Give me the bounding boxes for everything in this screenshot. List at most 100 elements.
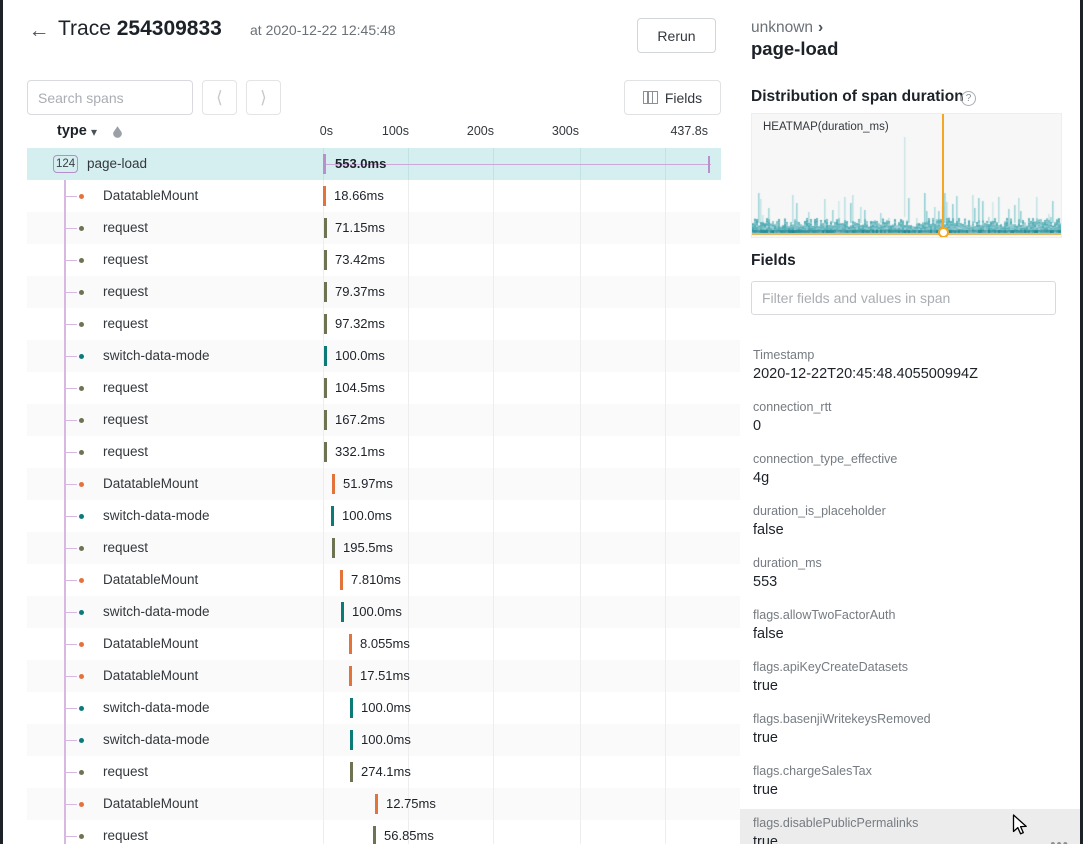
timeline-gridline [493,532,494,564]
field-item[interactable]: connection_type_effective4g [740,445,1083,497]
field-value: false [753,624,1072,645]
table-row[interactable]: DatatableMount18.66ms [27,180,740,212]
span-type-dot [79,770,84,775]
span-duration-bar [324,442,327,462]
distribution-heading: Distribution of span duration [751,88,964,106]
span-duration-bar [375,794,378,814]
field-item[interactable]: flags.basenjiWritekeysRemovedtrue [740,705,1083,757]
field-item[interactable]: duration_ms553 [740,549,1083,601]
span-type-dot [79,290,84,295]
table-row[interactable]: request104.5ms [27,372,740,404]
field-item[interactable]: connection_rtt0 [740,393,1083,445]
table-row[interactable]: request56.85ms [27,820,740,844]
field-key: Timestamp [753,347,1072,364]
table-row[interactable]: switch-data-mode100.0ms [27,692,740,724]
table-row[interactable]: request332.1ms [27,436,740,468]
timeline-gridline [665,788,666,820]
timeline-gridline [408,340,409,372]
timeline-gridline [323,500,324,532]
span-duration-label: 71.15ms [335,220,385,235]
fields-button[interactable]: Fields [624,80,721,115]
span-duration-label: 332.1ms [335,444,385,459]
timeline-gridline [493,340,494,372]
tree-connector [65,452,77,453]
tree-trunk [64,308,66,340]
table-row[interactable]: request79.37ms [27,276,740,308]
span-name-label: switch-data-mode [103,732,210,747]
table-row[interactable]: DatatableMount17.51ms [27,660,740,692]
field-item[interactable]: flags.apiKeyCreateDatasetstrue [740,653,1083,705]
field-value: 0 [753,416,1072,437]
timeline-gridline [493,724,494,756]
span-name-label: DatatableMount [103,476,198,491]
tree-trunk [64,660,66,692]
search-spans-input[interactable] [27,80,193,115]
span-duration-bar [332,474,335,494]
page-title: Trace 254309833 [58,17,222,41]
rerun-button[interactable]: Rerun [637,18,716,53]
span-duration-label: 17.51ms [360,668,410,683]
table-row[interactable]: switch-data-mode100.0ms [27,500,740,532]
field-item[interactable]: duration_is_placeholderfalse [740,497,1083,549]
breadcrumb-parent[interactable]: unknown [751,19,813,36]
heatmap-marker-line [942,114,944,237]
table-row[interactable]: switch-data-mode100.0ms [27,340,740,372]
timeline-gridline [580,596,581,628]
span-duration-label: 100.0ms [361,732,411,747]
span-duration-bar [324,218,327,238]
span-name-label: request [103,764,148,779]
field-item[interactable]: Timestamp2020-12-22T20:45:48.405500994Z [740,341,1083,393]
column-header-row: type ▾ 0s100s200s300s437.8s [3,120,740,146]
table-row[interactable]: request195.5ms [27,532,740,564]
span-type-dot [79,642,84,647]
next-span-button[interactable]: ⟩ [246,80,281,115]
span-type-dot [79,738,84,743]
prev-span-button[interactable]: ⟨ [202,80,237,115]
breadcrumb: unknown› [751,19,823,37]
timeline-gridline [408,468,409,500]
timeline-gridline [580,340,581,372]
timeline-gridline [493,404,494,436]
span-count-badge: 124 [53,155,78,173]
table-row[interactable]: DatatableMount7.810ms [27,564,740,596]
timeline-gridline [665,276,666,308]
field-filter-input[interactable] [751,281,1056,315]
table-row[interactable]: DatatableMount8.055ms [27,628,740,660]
table-row[interactable]: 124page-load553.0ms [27,148,721,180]
timeline-gridline [408,372,409,404]
back-arrow-icon[interactable]: ← [28,20,50,42]
heatmap-marker-knob[interactable] [938,227,949,238]
question-mark-icon[interactable]: ? [961,91,976,106]
tree-trunk [64,628,66,660]
timeline-gridline [323,820,324,844]
table-row[interactable]: switch-data-mode 100.0ms [27,724,740,756]
table-row[interactable]: request71.15ms [27,212,740,244]
table-row[interactable]: request167.2ms [27,404,740,436]
table-row[interactable]: request73.42ms [27,244,740,276]
table-row[interactable]: DatatableMount12.75ms [27,788,740,820]
span-type-dot [79,674,84,679]
tree-connector [65,580,77,581]
tree-trunk [64,820,66,844]
span-duration-bar [331,506,334,526]
span-name-label: request [103,284,148,299]
table-row[interactable]: request274.1ms [27,756,740,788]
more-options-icon[interactable]: ••• [1050,836,1069,844]
field-item[interactable]: flags.allowTwoFactorAuthfalse [740,601,1083,653]
span-duration-bar [349,634,352,654]
fields-heading: Fields [751,252,796,270]
span-duration-heatmap[interactable]: HEATMAP(duration_ms) [751,113,1062,238]
span-duration-bar [324,346,327,366]
trace-view: ← Trace 254309833 at 2020-12-22 12:45:48… [0,0,1083,844]
span-duration-label: 104.5ms [335,380,385,395]
tree-trunk [64,468,66,500]
table-row[interactable]: request97.32ms [27,308,740,340]
tree-connector [65,836,77,837]
tree-trunk [64,244,66,276]
table-row[interactable]: switch-data-mode100.0ms [27,596,740,628]
span-name-label: switch-data-mode [103,508,210,523]
field-item[interactable]: flags.disablePublicPermalinkstrue••• [740,809,1083,844]
table-row[interactable]: DatatableMount51.97ms [27,468,740,500]
field-item[interactable]: flags.chargeSalesTaxtrue [740,757,1083,809]
span-detail-pane: unknown› page-load Distribution of span … [740,0,1083,844]
